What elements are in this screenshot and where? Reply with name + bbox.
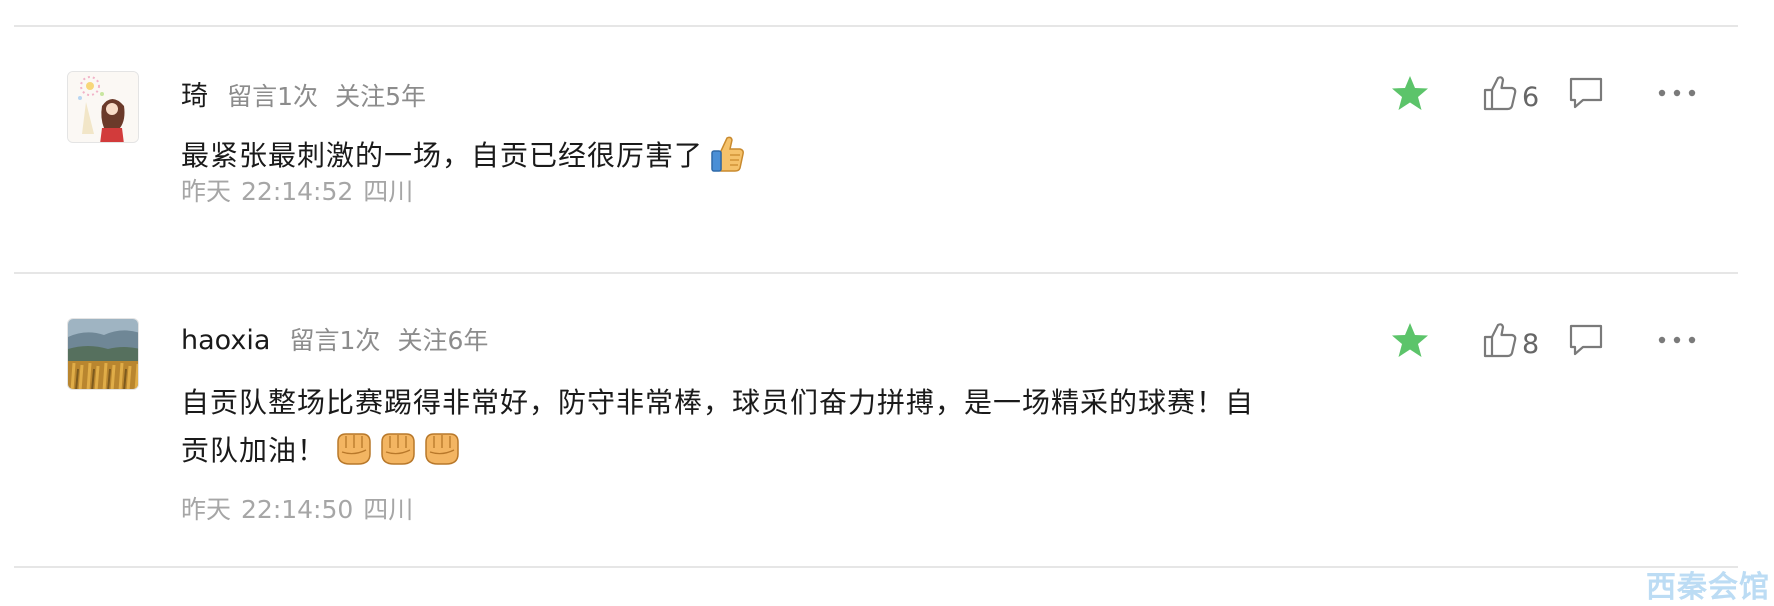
comment-actions: 8 — [1390, 318, 1696, 362]
follow-duration-tag: 关注6年 — [397, 326, 489, 355]
thumbs-up-icon — [1483, 76, 1517, 111]
star-icon — [1392, 323, 1428, 357]
star-button[interactable] — [1390, 321, 1432, 359]
message-count-tag: 留言1次 — [227, 82, 318, 111]
username[interactable]: 琦 — [181, 81, 208, 112]
thumbs-up-icon — [1483, 323, 1517, 358]
time-clock: 22:14:50 — [241, 495, 354, 524]
comment-bubble-icon — [1569, 324, 1603, 356]
comment-meta: haoxia 留言1次 关注6年 — [181, 321, 500, 357]
comment-text-line: 自贡队整场比赛踢得非常好，防守非常棒，球员们奋力拼搏，是一场精采的球赛！自 — [181, 386, 1255, 419]
time-clock: 22:14:52 — [241, 177, 354, 206]
comment-meta: 琦 留言1次 关注5年 — [181, 74, 438, 113]
more-dots-icon — [1658, 89, 1696, 97]
more-button[interactable] — [1658, 335, 1696, 345]
username[interactable]: haoxia — [181, 325, 270, 356]
top-divider — [14, 25, 1738, 27]
comment-actions: 6 — [1390, 71, 1696, 115]
comment-text: 自贡队整场比赛踢得非常好，防守非常棒，球员们奋力拼搏，是一场精采的球赛！自 贡队… — [181, 379, 1351, 483]
comment-text-line: 最紧张最刺激的一场，自贡已经很厉害了 — [181, 139, 704, 172]
location: 四川 — [363, 177, 414, 206]
comment-text-line-2: 贡队加油！ — [181, 427, 1351, 483]
bottom-divider — [14, 566, 1738, 568]
location: 四川 — [363, 495, 414, 524]
comment-timestamp: 昨天 22:14:52 四川 — [181, 172, 423, 208]
more-dots-icon — [1658, 336, 1696, 344]
time-day: 昨天 — [181, 177, 232, 206]
star-button[interactable] — [1390, 74, 1432, 112]
like-count: 6 — [1522, 81, 1540, 113]
message-count-tag: 留言1次 — [289, 326, 381, 355]
follow-duration-tag: 关注5年 — [335, 82, 426, 111]
like-button[interactable]: 8 — [1482, 321, 1552, 360]
like-count: 8 — [1522, 328, 1540, 360]
watermark-logo: 西秦会馆 — [1646, 570, 1770, 605]
comment-timestamp: 昨天 22:14:50 四川 — [181, 490, 423, 526]
comment-bubble-icon — [1569, 77, 1603, 109]
comment-divider — [14, 272, 1738, 274]
reply-button[interactable] — [1568, 323, 1604, 357]
reply-button[interactable] — [1568, 76, 1604, 110]
star-icon — [1392, 76, 1428, 110]
raised-fist-emoji — [332, 428, 464, 483]
avatar[interactable] — [67, 318, 139, 390]
time-day: 昨天 — [181, 495, 232, 524]
like-button[interactable]: 6 — [1482, 74, 1552, 113]
avatar[interactable] — [67, 71, 139, 143]
thumbs-up-emoji — [709, 135, 745, 188]
more-button[interactable] — [1658, 88, 1696, 98]
